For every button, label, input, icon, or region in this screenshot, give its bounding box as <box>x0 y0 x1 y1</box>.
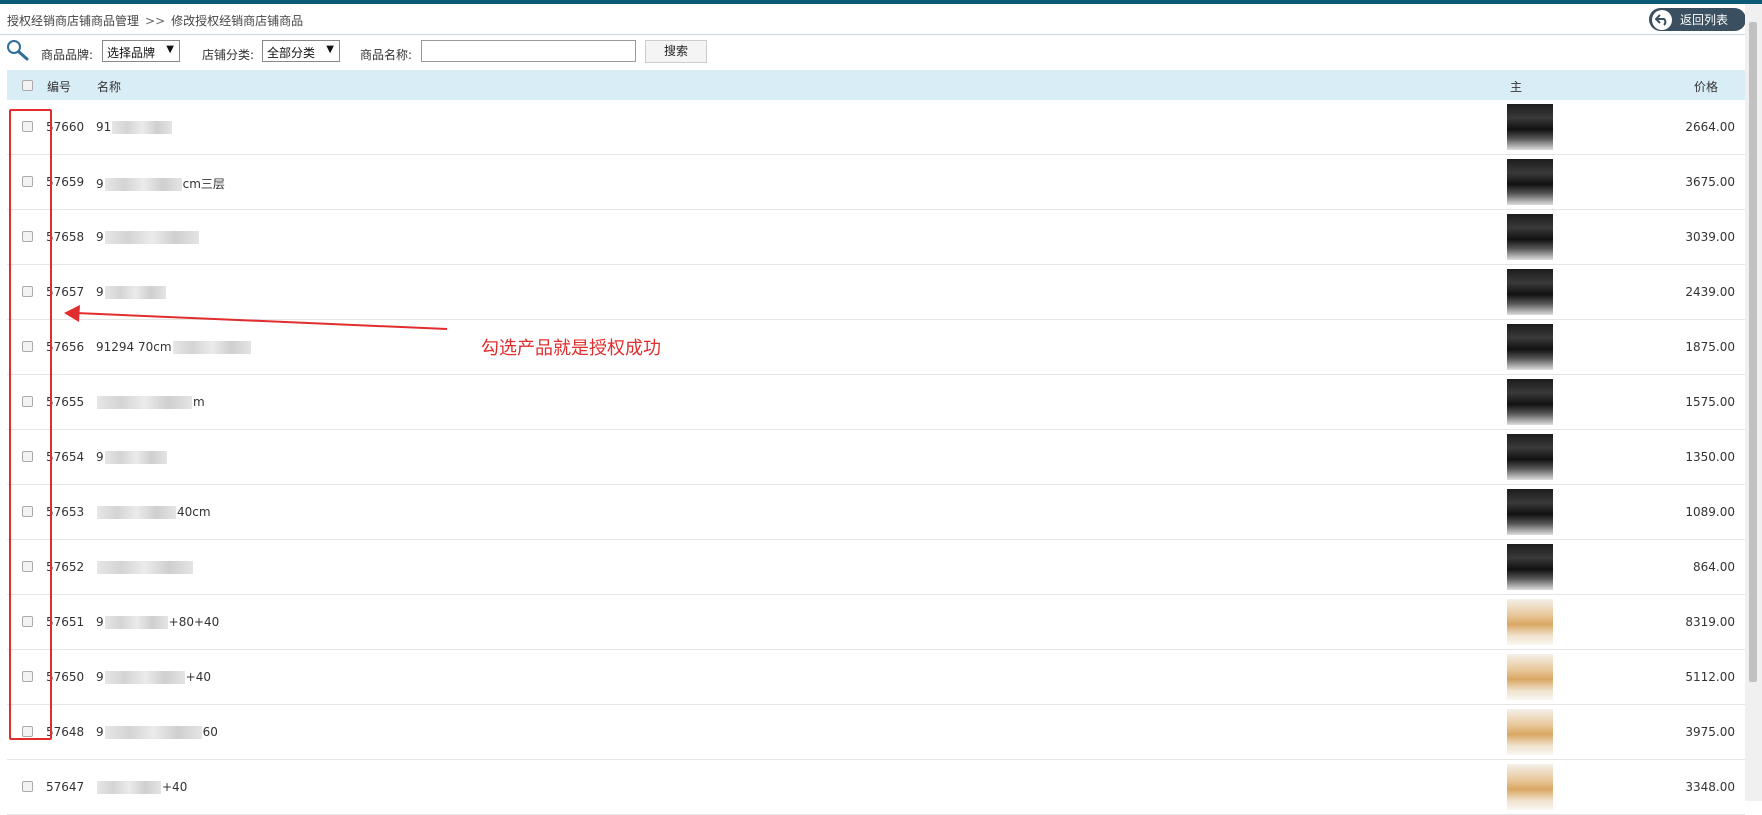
product-name[interactable]: 9 +40 <box>96 670 211 684</box>
product-name[interactable]: 91294 70cm <box>96 340 252 354</box>
product-name[interactable]: 9 60 <box>96 725 218 739</box>
table-row: 57653 40cm 1089.00 <box>7 485 1745 540</box>
product-thumbnail <box>1507 544 1553 590</box>
product-name-prefix: 9 <box>96 450 104 464</box>
redacted-name-block <box>104 726 202 739</box>
redacted-name-block <box>104 671 185 684</box>
product-price: 2664.00 <box>1685 120 1735 134</box>
product-name-suffix: +40 <box>162 780 188 794</box>
product-name[interactable]: +40 <box>96 780 187 794</box>
redacted-name-block <box>97 781 161 794</box>
product-thumbnail <box>1507 489 1553 535</box>
product-name-suffix: 60 <box>202 725 218 739</box>
annotation-arrow <box>64 305 448 330</box>
product-name[interactable]: 9 <box>96 450 168 464</box>
product-thumbnail <box>1507 104 1553 150</box>
table-row: 57648 9 60 3975.00 <box>7 705 1745 760</box>
product-price: 5112.00 <box>1685 670 1735 684</box>
product-thumbnail <box>1507 269 1553 315</box>
product-name-suffix: m <box>193 395 205 409</box>
search-button[interactable]: 搜索 <box>645 40 707 63</box>
back-to-list-label: 返回列表 <box>1680 13 1729 27</box>
product-price: 1875.00 <box>1685 340 1735 354</box>
product-name-suffix: 40cm <box>177 505 211 519</box>
table-row: 57655 m 1575.00 <box>7 375 1745 430</box>
redacted-name-block <box>97 396 192 409</box>
product-price: 1575.00 <box>1685 395 1735 409</box>
scrollbar-thumb[interactable] <box>1749 22 1757 682</box>
product-price: 3039.00 <box>1685 230 1735 244</box>
table-row: 57650 9 +40 5112.00 <box>7 650 1745 705</box>
product-name-prefix: 91294 70cm <box>96 340 172 354</box>
product-thumbnail <box>1507 599 1553 645</box>
product-thumbnail <box>1507 654 1553 700</box>
redacted-name-block <box>97 506 176 519</box>
table-row: 57652 864.00 <box>7 540 1745 595</box>
annotation-text: 勾选产品就是授权成功 <box>481 338 661 359</box>
product-price: 3675.00 <box>1685 175 1735 189</box>
product-price: 1350.00 <box>1685 450 1735 464</box>
product-price: 3975.00 <box>1685 725 1735 739</box>
product-price: 8319.00 <box>1685 615 1735 629</box>
header-price: 价格 <box>1694 80 1719 94</box>
header-image: 主 <box>1510 80 1523 94</box>
product-price: 3348.00 <box>1685 780 1735 794</box>
undo-arrow-icon <box>1652 9 1672 30</box>
product-name-suffix: +80+40 <box>168 615 220 629</box>
product-id: 57647 <box>46 780 85 794</box>
product-thumbnail <box>1507 709 1553 755</box>
product-price: 864.00 <box>1693 560 1735 574</box>
product-thumbnail <box>1507 214 1553 260</box>
product-name-prefix: 9 <box>96 725 104 739</box>
table-row: 57651 9 +80+40 8319.00 <box>7 595 1745 650</box>
product-price: 2439.00 <box>1685 285 1735 299</box>
product-price: 1089.00 <box>1685 505 1735 519</box>
product-thumbnail <box>1507 764 1553 810</box>
product-name-prefix: 9 <box>96 615 104 629</box>
redacted-name-block <box>172 341 251 354</box>
product-name[interactable]: m <box>96 395 205 409</box>
product-thumbnail <box>1507 434 1553 480</box>
row-checkbox[interactable] <box>22 781 33 792</box>
table-row: 57647 +40 3348.00 <box>7 760 1745 815</box>
product-thumbnail <box>1507 324 1553 370</box>
product-thumbnail <box>1507 159 1553 205</box>
product-thumbnail <box>1507 379 1553 425</box>
table-row: 57654 9 1350.00 <box>7 430 1745 485</box>
back-to-list-button[interactable]: 返回列表 <box>1649 8 1746 31</box>
redacted-name-block <box>104 616 168 629</box>
product-name[interactable]: 9 +80+40 <box>96 615 219 629</box>
redacted-name-block <box>97 561 193 574</box>
product-name[interactable]: 40cm <box>96 505 211 519</box>
product-name-suffix: +40 <box>185 670 211 684</box>
product-name-prefix: 9 <box>96 670 104 684</box>
redacted-name-block <box>104 451 167 464</box>
product-name[interactable] <box>96 560 194 574</box>
